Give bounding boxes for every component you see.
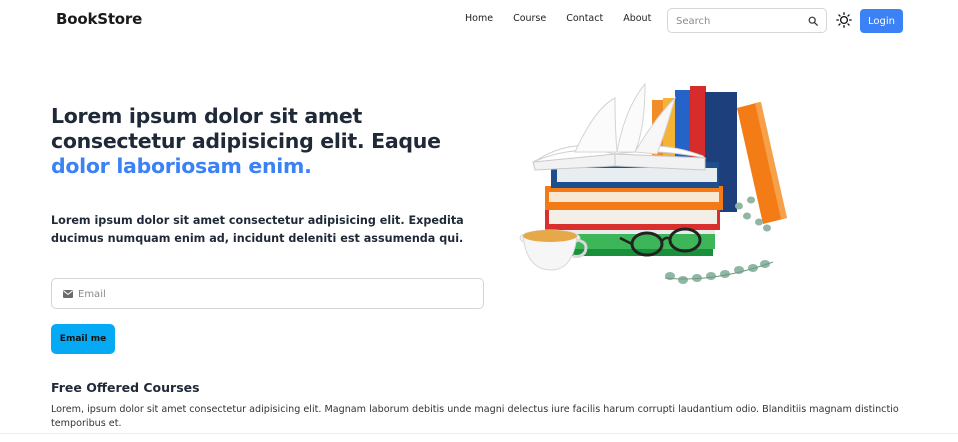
envelope-icon — [63, 290, 73, 298]
nav-links: Home Course Contact About — [465, 13, 671, 24]
navbar: BookStore Home Course Contact About Logi… — [0, 0, 958, 42]
email-input[interactable] — [78, 286, 468, 302]
brand-logo[interactable]: BookStore — [56, 10, 142, 28]
courses-description: Lorem, ipsum dolor sit amet consectetur … — [51, 404, 899, 429]
email-me-button[interactable]: Email me — [51, 324, 115, 354]
nav-link-about[interactable]: About — [623, 13, 651, 24]
login-button[interactable]: Login — [860, 9, 903, 33]
courses-title: Free Offered Courses — [51, 380, 200, 395]
search-input[interactable] — [676, 13, 801, 29]
search-icon[interactable] — [808, 16, 818, 26]
hero-subtitle: Lorem ipsum dolor sit amet consectetur a… — [51, 214, 464, 245]
nav-link-contact[interactable]: Contact — [566, 13, 603, 24]
hero-title: Lorem ipsum dolor sit amet consectetur a… — [51, 104, 491, 179]
books-illustration — [519, 82, 787, 284]
divider — [0, 433, 958, 434]
hero-title-main: Lorem ipsum dolor sit amet consectetur a… — [51, 104, 441, 153]
nav-link-home[interactable]: Home — [465, 13, 493, 24]
hero-title-accent: dolor laboriosam enim. — [51, 154, 312, 178]
nav-link-course[interactable]: Course — [513, 13, 546, 24]
search-box — [667, 8, 827, 33]
email-field — [51, 278, 484, 309]
sun-icon[interactable] — [836, 12, 852, 28]
